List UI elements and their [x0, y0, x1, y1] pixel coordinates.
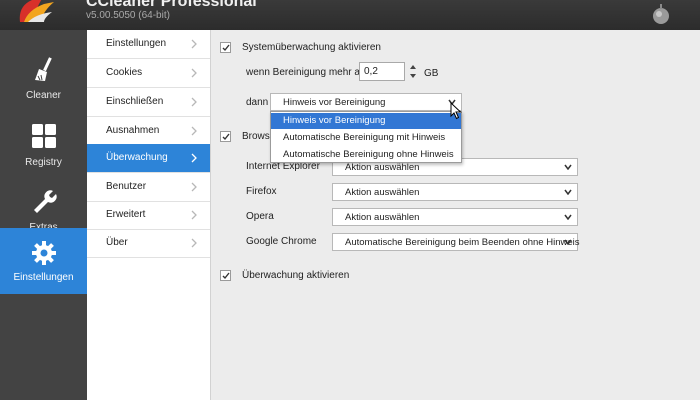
subnav-item-label: Einschließen	[106, 96, 164, 107]
gear-icon	[32, 241, 56, 265]
chevron-right-icon	[191, 126, 197, 136]
subnav-item-label: Über	[106, 237, 128, 248]
wrench-icon	[34, 190, 57, 213]
then-action-select[interactable]: Hinweis vor Bereinigung	[270, 93, 462, 111]
app-version: v5.00.5050 (64-bit)	[86, 10, 170, 21]
select-value: Aktion auswählen	[345, 212, 420, 223]
chevron-down-icon	[564, 164, 572, 170]
dropdown-option-label: Hinweis vor Bereinigung	[283, 115, 386, 126]
system-monitoring-checkbox[interactable]	[220, 42, 231, 53]
subnav-item-label: Benutzer	[106, 181, 147, 192]
dropdown-option[interactable]: Automatische Bereinigung ohne Hinweis	[271, 147, 461, 163]
chevron-right-icon	[191, 210, 197, 220]
browser-action-select-firefox[interactable]: Aktion auswählen	[332, 183, 578, 201]
sidebar-item-label: Registry	[25, 157, 62, 168]
chevron-right-icon	[191, 182, 197, 192]
dropdown-option[interactable]: Hinweis vor Bereinigung	[271, 113, 461, 129]
dropdown-option[interactable]: Automatische Bereinigung mit Hinweis	[271, 130, 461, 146]
threshold-unit: GB	[424, 68, 439, 79]
title-bar: CCleaner Professional v5.00.5050 (64-bit…	[0, 0, 700, 30]
subnav-item-ausnahmen[interactable]: Ausnahmen	[87, 117, 210, 146]
sidebar-item-registry[interactable]: Registry	[0, 113, 87, 179]
dropdown-option-label: Automatische Bereinigung ohne Hinweis	[283, 149, 454, 160]
mouse-cursor-icon	[450, 102, 462, 120]
subnav-item-label: Ausnahmen	[106, 125, 160, 136]
sidebar-item-label: Cleaner	[25, 90, 62, 101]
dropdown-option-label: Automatische Bereinigung mit Hinweis	[283, 132, 446, 143]
threshold-label: wenn Bereinigung mehr als	[246, 67, 368, 78]
subnav-item-ueberwachung[interactable]: Überwachung	[87, 144, 210, 173]
threshold-stepper[interactable]	[407, 62, 419, 81]
browser-name-firefox: Firefox	[246, 186, 277, 197]
registry-grid-icon	[32, 124, 56, 148]
subnav-item-einstellungen[interactable]: Einstellungen	[87, 30, 210, 59]
select-value: Aktion auswählen	[345, 187, 420, 198]
subnav-item-label: Einstellungen	[106, 38, 167, 49]
system-monitoring-label: Systemüberwachung aktivieren	[242, 42, 381, 53]
browser-monitoring-checkbox[interactable]	[220, 131, 231, 142]
chevron-right-icon	[191, 153, 197, 163]
subnav-item-ueber[interactable]: Über	[87, 229, 210, 258]
subnav-item-label: Überwachung	[106, 152, 168, 163]
chevron-down-icon	[564, 239, 572, 245]
pear-logo-icon	[653, 4, 669, 24]
chevron-right-icon	[191, 68, 197, 78]
browser-action-select-opera[interactable]: Aktion auswählen	[332, 208, 578, 226]
then-label: dann	[246, 97, 269, 108]
subnav-item-label: Erweitert	[106, 209, 146, 220]
chevron-right-icon	[191, 238, 197, 248]
browser-action-select-chrome[interactable]: Automatische Bereinigung beim Beenden oh…	[332, 233, 580, 251]
subnav-item-label: Cookies	[106, 67, 143, 78]
select-value: Automatische Bereinigung beim Beenden oh…	[345, 237, 580, 248]
select-value: Hinweis vor Bereinigung	[283, 97, 386, 108]
chevron-right-icon	[191, 39, 197, 49]
chevron-down-icon	[564, 214, 572, 220]
chevron-down-icon	[564, 189, 572, 195]
broom-icon	[35, 57, 52, 81]
sidebar-item-label: Einstellungen	[13, 272, 74, 283]
subnav-item-cookies[interactable]: Cookies	[87, 59, 210, 88]
checkmark-icon	[222, 272, 230, 280]
subnav-item-erweitert[interactable]: Erweitert	[87, 201, 210, 230]
browser-name-opera: Opera	[246, 211, 274, 222]
browser-name-chrome: Google Chrome	[246, 236, 317, 247]
checkmark-icon	[222, 133, 230, 141]
chevron-right-icon	[191, 97, 197, 107]
enable-monitoring-label: Überwachung aktivieren	[242, 270, 350, 281]
subnav-item-benutzer[interactable]: Benutzer	[87, 173, 210, 202]
subnav-item-einschliessen[interactable]: Einschließen	[87, 88, 210, 117]
threshold-input[interactable]: 0,2	[359, 62, 405, 81]
enable-monitoring-checkbox[interactable]	[220, 270, 231, 281]
then-action-dropdown-list: Hinweis vor Bereinigung Automatische Ber…	[270, 111, 462, 163]
sidebar: Cleaner Registry Extras Einstellungen	[0, 30, 87, 400]
ccleaner-logo-icon	[19, 0, 54, 22]
settings-subnav: Einstellungen Cookies Einschließen Ausna…	[87, 30, 211, 400]
sidebar-item-cleaner[interactable]: Cleaner	[0, 46, 87, 112]
select-value: Aktion auswählen	[345, 162, 420, 173]
sidebar-item-einstellungen[interactable]: Einstellungen	[0, 228, 87, 294]
checkmark-icon	[222, 44, 230, 52]
